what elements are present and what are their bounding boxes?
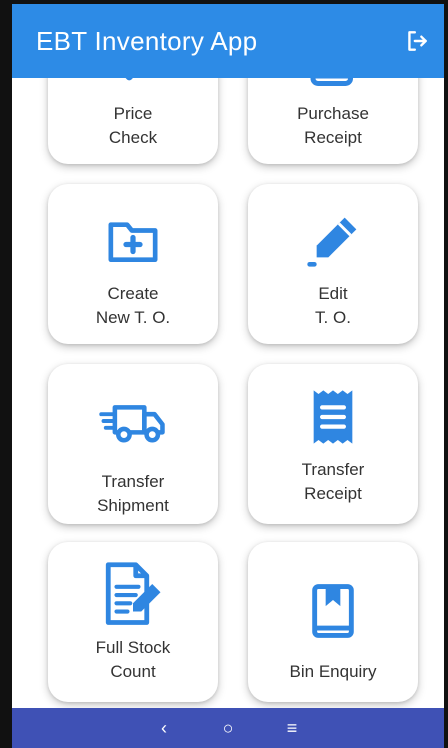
tile-transfer-shipment[interactable]: Transfer Shipment (48, 364, 218, 524)
menu-scroll-area[interactable]: Price Check Purchase Receipt Create New … (12, 78, 444, 708)
tile-full-stock-count[interactable]: Full Stock Count (48, 542, 218, 702)
nav-home-button[interactable]: ○ (217, 718, 239, 739)
receipt-icon (298, 78, 368, 96)
tile-bin-enquiry[interactable]: Bin Enquiry (248, 542, 418, 702)
tile-transfer-receipt[interactable]: Transfer Receipt (248, 364, 418, 524)
nav-menu-button[interactable]: ≡ (281, 718, 303, 739)
folder-plus-icon (98, 206, 168, 276)
device-frame: EBT Inventory App Price Check Purchase R… (0, 0, 448, 748)
document-edit-icon (98, 560, 168, 630)
tile-label: Transfer Receipt (301, 460, 365, 503)
tile-purchase-receipt[interactable]: Purchase Receipt (248, 78, 418, 164)
app-title: EBT Inventory App (36, 25, 258, 56)
tile-label: Purchase Receipt (297, 104, 369, 147)
tile-label: Edit T. O. (315, 284, 351, 327)
app-bar: EBT Inventory App (12, 4, 444, 78)
tile-edit-to[interactable]: Edit T. O. (248, 184, 418, 344)
tile-label: Transfer Shipment (97, 472, 169, 515)
price-check-icon (98, 78, 168, 96)
nav-back-button[interactable]: ‹ (153, 718, 175, 739)
tile-label: Full Stock Count (95, 638, 171, 681)
pencil-icon (298, 206, 368, 276)
receipt-list-icon (298, 382, 368, 452)
system-nav-bar: ‹ ○ ≡ (12, 708, 444, 748)
tile-create-new-to[interactable]: Create New T. O. (48, 184, 218, 344)
tile-label: Create New T. O. (95, 284, 171, 327)
logout-button[interactable] (402, 26, 432, 56)
bookmark-book-icon (298, 576, 368, 646)
tile-label: Price Check (108, 104, 158, 147)
truck-icon (98, 386, 168, 456)
tile-label: Bin Enquiry (289, 662, 377, 681)
tile-price-check[interactable]: Price Check (48, 78, 218, 164)
logout-icon (408, 31, 427, 51)
